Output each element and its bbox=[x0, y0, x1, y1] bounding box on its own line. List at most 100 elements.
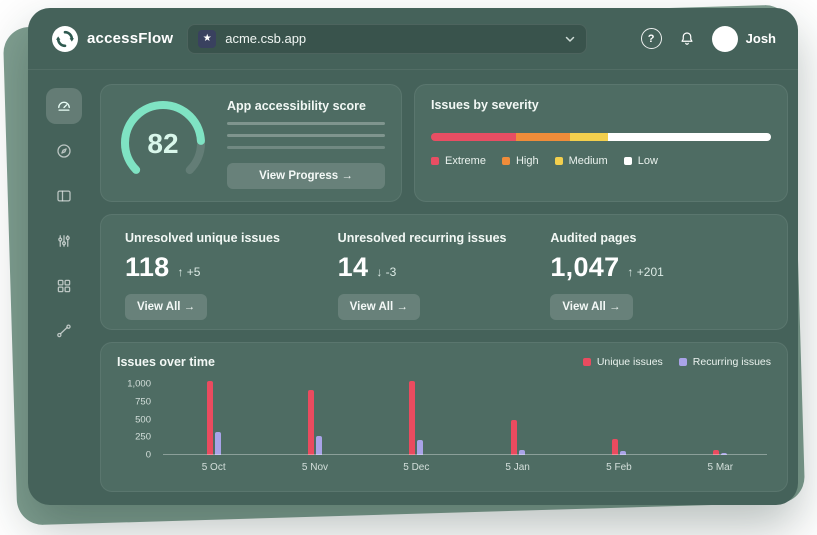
chart-legend: Unique issues Recurring issues bbox=[583, 356, 771, 368]
bar-unique-issues bbox=[308, 390, 314, 455]
stat-unresolved-unique: Unresolved unique issues 118 ↑ +5 View A… bbox=[125, 231, 338, 313]
legend-swatch bbox=[679, 358, 687, 366]
severity-segment-high bbox=[516, 133, 570, 141]
avatar bbox=[712, 26, 738, 52]
sidebar-item-pages[interactable] bbox=[46, 178, 82, 214]
view-all-unique-button[interactable]: View All → bbox=[125, 294, 207, 320]
score-card-title: App accessibility score bbox=[227, 99, 385, 113]
bar-group: 5 Nov bbox=[287, 377, 343, 474]
sidebar-item-dashboard[interactable] bbox=[46, 88, 82, 124]
bar-group: 5 Feb bbox=[591, 377, 647, 474]
bar-unique-issues bbox=[612, 439, 618, 455]
severity-segment-extreme bbox=[431, 133, 516, 141]
sidebar bbox=[28, 70, 100, 505]
stat-value: 118 bbox=[125, 252, 169, 283]
y-tick-label: 1,000 bbox=[127, 379, 151, 390]
stat-delta: ↑ +5 bbox=[177, 265, 200, 279]
sidebar-item-experiments[interactable] bbox=[46, 223, 82, 259]
topbar: accessFlow ★ acme.csb.app ? bbox=[28, 8, 798, 70]
bar-group: 5 Dec bbox=[388, 377, 444, 474]
severity-legend-item: Extreme bbox=[431, 155, 486, 167]
domain-selector[interactable]: ★ acme.csb.app bbox=[187, 24, 587, 54]
stat-value-row: 1,047 ↑ +201 bbox=[550, 252, 663, 283]
bar-recurring-issues bbox=[316, 436, 322, 455]
bar-recurring-issues bbox=[417, 440, 423, 455]
stat-unresolved-recurring: Unresolved recurring issues 14 ↓ -3 View… bbox=[338, 231, 551, 313]
y-tick-label: 0 bbox=[146, 450, 151, 461]
help-icon[interactable]: ? bbox=[641, 28, 662, 49]
legend-label: Extreme bbox=[445, 155, 486, 167]
sidebar-item-discover[interactable] bbox=[46, 133, 82, 169]
chart-title: Issues over time bbox=[117, 355, 215, 369]
compass-icon bbox=[55, 142, 73, 160]
stat-title: Audited pages bbox=[550, 231, 636, 245]
x-tick-label: 5 Feb bbox=[606, 462, 632, 474]
bar-pair bbox=[308, 377, 322, 455]
bar-chart: 02505007501,000 5 Oct 5 Nov 5 Dec 5 Jan 5 Fe… bbox=[117, 377, 771, 474]
sidebar-item-reports[interactable] bbox=[46, 268, 82, 304]
bar-pair bbox=[713, 377, 727, 455]
domain-value: acme.csb.app bbox=[225, 31, 555, 46]
bar-unique-issues bbox=[207, 381, 213, 455]
view-progress-button[interactable]: View Progress → bbox=[227, 163, 385, 189]
stat-value: 1,047 bbox=[550, 252, 619, 283]
stat-title: Unresolved recurring issues bbox=[338, 231, 507, 245]
score-value: 82 bbox=[117, 97, 209, 189]
stat-delta: ↓ -3 bbox=[376, 265, 396, 279]
bar-unique-issues bbox=[511, 420, 517, 455]
chart-y-axis: 02505007501,000 bbox=[117, 377, 163, 455]
x-tick-label: 5 Mar bbox=[708, 462, 734, 474]
integrations-icon bbox=[55, 322, 73, 340]
top-cards-row: 82 App accessibility score View Progress… bbox=[100, 84, 788, 202]
bar-group: 5 Oct bbox=[186, 377, 242, 474]
legend-label: High bbox=[516, 155, 539, 167]
stat-value-row: 14 ↓ -3 bbox=[338, 252, 397, 283]
legend-label: Low bbox=[638, 155, 658, 167]
main-content: 82 App accessibility score View Progress… bbox=[100, 70, 798, 505]
view-all-pages-button[interactable]: View All → bbox=[550, 294, 632, 320]
brand: accessFlow bbox=[52, 26, 173, 52]
severity-segment-low bbox=[608, 133, 771, 141]
legend-swatch bbox=[583, 358, 591, 366]
user-menu[interactable]: Josh bbox=[712, 26, 776, 52]
star-icon: ★ bbox=[198, 30, 216, 48]
placeholder-line bbox=[227, 122, 385, 125]
severity-bar bbox=[431, 133, 771, 141]
accessibility-score-gauge: 82 bbox=[117, 97, 209, 189]
app-body: 82 App accessibility score View Progress… bbox=[28, 70, 798, 505]
severity-legend: Extreme High Medium Low bbox=[431, 155, 771, 167]
legend-swatch bbox=[624, 157, 632, 165]
bar-pair bbox=[612, 377, 626, 455]
issues-by-severity-card: Issues by severity Extreme High Medium Low bbox=[414, 84, 788, 202]
x-tick-label: 5 Nov bbox=[302, 462, 328, 474]
stat-value-row: 118 ↑ +5 bbox=[125, 252, 200, 283]
user-name: Josh bbox=[746, 31, 776, 46]
legend-swatch bbox=[555, 157, 563, 165]
severity-card-title: Issues by severity bbox=[431, 98, 771, 112]
legend-swatch bbox=[431, 157, 439, 165]
view-all-recurring-button[interactable]: View All → bbox=[338, 294, 420, 320]
sliders-icon bbox=[55, 232, 73, 250]
app-window: accessFlow ★ acme.csb.app ? bbox=[28, 8, 798, 505]
notifications-bell-icon[interactable] bbox=[678, 30, 696, 48]
legend-label: Medium bbox=[569, 155, 608, 167]
severity-legend-item: High bbox=[502, 155, 539, 167]
topbar-actions: ? Josh bbox=[641, 26, 776, 52]
dashboard-icon bbox=[55, 97, 73, 115]
bar-recurring-issues bbox=[215, 432, 221, 455]
stat-audited-pages: Audited pages 1,047 ↑ +201 View All → bbox=[550, 231, 763, 313]
chevron-down-icon bbox=[564, 33, 576, 45]
y-tick-label: 250 bbox=[135, 432, 151, 443]
chart-plot: 5 Oct 5 Nov 5 Dec 5 Jan 5 Feb 5 Mar bbox=[163, 377, 771, 474]
legend-label: Recurring issues bbox=[693, 356, 771, 368]
page-background: accessFlow ★ acme.csb.app ? bbox=[0, 0, 817, 535]
x-tick-label: 5 Jan bbox=[505, 462, 529, 474]
sidebar-item-integrations[interactable] bbox=[46, 313, 82, 349]
legend-label: Unique issues bbox=[597, 356, 663, 368]
stat-delta: ↑ +201 bbox=[627, 265, 663, 279]
grid-icon bbox=[55, 277, 73, 295]
severity-legend-item: Low bbox=[624, 155, 658, 167]
score-card-details: App accessibility score View Progress → bbox=[227, 97, 385, 189]
bar-group: 5 Mar bbox=[692, 377, 748, 474]
placeholder-line bbox=[227, 134, 385, 137]
